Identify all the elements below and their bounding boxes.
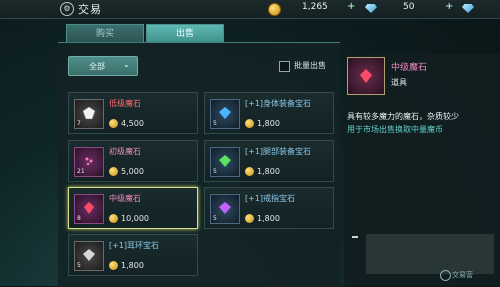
gem-amount: 50	[403, 2, 415, 12]
item-price: 1,800	[121, 261, 144, 270]
item-name: [+1]腿部装备宝石	[245, 147, 312, 156]
gem-icon	[84, 202, 94, 214]
category-dropdown[interactable]: 全部 ⌄	[68, 56, 138, 76]
category-dropdown-label: 全部	[89, 62, 105, 71]
gold-coin-icon	[245, 214, 254, 223]
item-quantity: 21	[77, 168, 85, 175]
detail-item-thumbnail	[347, 57, 385, 95]
watermark-icon	[440, 270, 451, 281]
item-thumbnail: 5	[210, 194, 240, 224]
gold-coin-icon	[109, 214, 118, 223]
item-price: 1,800	[257, 214, 280, 223]
gem-icon	[360, 69, 372, 83]
item-name: [+1]戒指宝石	[245, 194, 296, 203]
item-price: 5,000	[121, 167, 144, 176]
chevron-down-icon: ⌄	[123, 60, 130, 69]
gold-coin-icon	[245, 167, 254, 176]
item-slot[interactable]: 5 [+1]耳环宝石 1,800	[68, 234, 198, 276]
detail-description: 具有较多魔力的魔石，杂质较少	[347, 112, 459, 121]
item-slot[interactable]: 5 [+1]腿部装备宝石 1,800	[204, 140, 334, 182]
gold-coin-icon	[109, 167, 118, 176]
quantity-decrease-button[interactable]	[352, 236, 358, 238]
item-thumbnail: 7	[74, 99, 104, 129]
item-name: [+1]身体装备宝石	[245, 99, 312, 108]
item-price: 4,500	[121, 119, 144, 128]
diamond-icon	[365, 4, 377, 13]
top-bar: ⚙ 交易 1,265 + 50 +	[0, 0, 500, 19]
item-slot-selected[interactable]: 8 中级魔石 10,000	[68, 187, 198, 229]
item-thumbnail: 8	[74, 194, 104, 224]
item-quantity: 7	[77, 120, 81, 127]
gem-icon	[219, 107, 231, 119]
batch-sell-label: 批量出售	[294, 61, 326, 70]
gold-coin-icon	[268, 3, 281, 16]
quantity-input[interactable]	[366, 234, 494, 274]
gem-icon	[219, 202, 231, 214]
gem-icon	[85, 157, 93, 166]
add-gem-button[interactable]: +	[445, 1, 453, 12]
item-name: 低级魔石	[109, 99, 141, 108]
gem-icon	[83, 249, 95, 261]
watermark: 交易营	[452, 271, 473, 279]
gold-coin-icon	[109, 261, 118, 270]
item-slot[interactable]: 5 [+1]身体装备宝石 1,800	[204, 92, 334, 134]
item-quantity: 5	[77, 262, 81, 269]
item-slot[interactable]: 7 低级魔石 4,500	[68, 92, 198, 134]
gem-icon	[83, 107, 95, 119]
item-thumbnail: 21	[74, 147, 104, 177]
item-price: 1,800	[257, 167, 280, 176]
item-quantity: 5	[213, 120, 217, 127]
gold-amount: 1,265	[302, 2, 328, 12]
detail-usage: 用于市场出售换取中量魔币	[347, 125, 443, 134]
item-name: 中级魔石	[109, 194, 141, 203]
item-price: 10,000	[121, 214, 149, 223]
item-name: [+1]耳环宝石	[109, 241, 160, 250]
item-name: 初级魔石	[109, 147, 141, 156]
batch-sell-checkbox[interactable]	[279, 61, 290, 72]
gem-icon	[219, 155, 231, 167]
trade-icon: ⚙	[60, 2, 74, 16]
item-thumbnail: 5	[74, 241, 104, 271]
tab-sell[interactable]: 出售	[146, 24, 224, 43]
item-quantity: 5	[213, 215, 217, 222]
item-thumbnail: 5	[210, 147, 240, 177]
item-quantity: 8	[77, 215, 81, 222]
gold-coin-icon	[109, 119, 118, 128]
page-title: 交易	[78, 3, 102, 16]
item-slot[interactable]: 21 初级魔石 5,000	[68, 140, 198, 182]
tab-buy[interactable]: 购买	[66, 24, 144, 43]
item-thumbnail: 5	[210, 99, 240, 129]
diamond-icon	[462, 4, 474, 13]
add-gold-button[interactable]: +	[347, 1, 355, 12]
detail-item-name: 中级魔石	[391, 63, 428, 73]
item-slot[interactable]: 5 [+1]戒指宝石 1,800	[204, 187, 334, 229]
item-price: 1,800	[257, 119, 280, 128]
detail-item-type: 道具	[391, 78, 407, 87]
gold-coin-icon	[245, 119, 254, 128]
item-quantity: 5	[213, 168, 217, 175]
